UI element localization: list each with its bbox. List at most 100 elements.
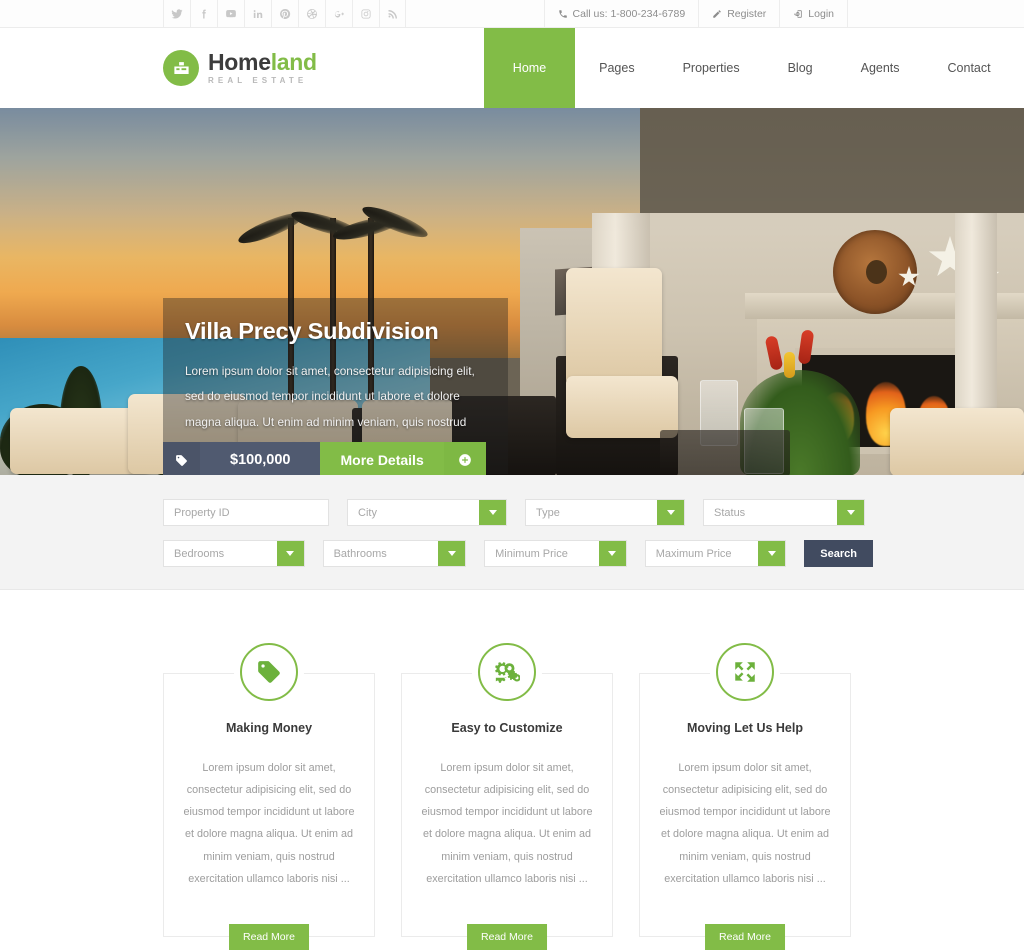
social-link-twitter[interactable] — [163, 0, 190, 27]
rss-icon — [388, 9, 397, 18]
maximum-price-label: Maximum Price — [655, 547, 732, 560]
phone-number: Call us: 1-800-234-6789 — [543, 0, 699, 27]
phone-icon — [558, 9, 567, 18]
bedrooms-select-label: Bedrooms — [174, 547, 225, 560]
instagram-icon — [361, 9, 371, 18]
youtube-icon — [226, 9, 236, 17]
feature-card: Moving Let Us Help Lorem ipsum dolor sit… — [639, 643, 851, 950]
plus-circle-icon — [458, 454, 471, 466]
read-more-button[interactable]: Read More — [229, 923, 309, 950]
property-search-bar: City Type Status Bedrooms Bathrooms — [0, 475, 1024, 590]
top-bar: Call us: 1-800-234-6789 Register Login — [0, 0, 1024, 28]
minimum-price-select[interactable]: Minimum Price — [484, 540, 627, 567]
search-button[interactable]: Search — [804, 540, 873, 567]
feature-card-text: Lorem ipsum dolor sit amet, consectetur … — [421, 762, 593, 885]
logo[interactable]: Homeland REAL ESTATE — [163, 28, 317, 108]
hero-price: $100,000 — [200, 442, 321, 475]
chevron-down-icon[interactable] — [598, 541, 626, 566]
social-link-rss[interactable] — [379, 0, 406, 27]
more-details-button[interactable]: More Details — [320, 442, 444, 475]
pencil-icon — [713, 9, 721, 18]
striped-mat — [660, 430, 790, 475]
hero-photo — [0, 108, 1024, 475]
read-more-button[interactable]: Read More — [467, 923, 547, 950]
feature-card-title: Making Money — [225, 721, 313, 735]
logo-tagline: REAL ESTATE — [208, 76, 308, 85]
register-label: Register — [727, 7, 767, 20]
logo-title-green: land — [270, 49, 317, 75]
nav-item-blog[interactable]: Blog — [764, 28, 837, 108]
social-link-dribbble[interactable] — [298, 0, 325, 27]
twitter-icon — [171, 8, 183, 19]
social-link-youtube[interactable] — [217, 0, 244, 27]
patio-cushion — [566, 376, 678, 438]
top-bar-right: Call us: 1-800-234-6789 Register Login — [543, 0, 848, 27]
logo-title-dark: Home — [208, 49, 271, 75]
yellow-flower — [784, 352, 795, 378]
feature-card-text: Lorem ipsum dolor sit amet, consectetur … — [183, 762, 355, 885]
search-row-2: Bedrooms Bathrooms Minimum Price Maximum… — [163, 540, 873, 567]
house-icon — [173, 61, 189, 74]
hero-slider: Villa Precy Subdivision Lorem ipsum dolo… — [0, 108, 1024, 475]
main-navigation: Home Pages Properties Blog Agents Contac… — [483, 28, 1015, 108]
chevron-down-icon[interactable] — [438, 541, 466, 566]
nav-item-agents[interactable]: Agents — [837, 28, 924, 108]
logo-mark — [163, 50, 199, 86]
more-details-plus-button[interactable] — [443, 442, 486, 475]
logo-text: Homeland REAL ESTATE — [208, 51, 317, 85]
dribbble-icon — [307, 8, 317, 19]
feature-icon-circle — [478, 643, 536, 701]
login-link[interactable]: Login — [779, 0, 848, 27]
bathrooms-select[interactable]: Bathrooms — [322, 540, 467, 567]
read-more-button[interactable]: Read More — [705, 923, 785, 950]
social-link-google-plus[interactable] — [325, 0, 352, 27]
nav-item-properties[interactable]: Properties — [659, 28, 764, 108]
cogs-icon — [495, 662, 520, 683]
feature-card-title: Easy to Customize — [451, 721, 563, 735]
type-select-label: Type — [536, 506, 560, 519]
wood-wheel-decor — [833, 230, 917, 314]
tag-icon — [258, 661, 280, 683]
social-link-instagram[interactable] — [352, 0, 379, 27]
social-links — [163, 0, 406, 27]
feature-card: Making Money Lorem ipsum dolor sit amet,… — [163, 643, 375, 950]
sign-in-icon — [794, 9, 803, 18]
tag-icon — [176, 454, 187, 466]
hero-title: Villa Precy Subdivision — [185, 318, 439, 344]
chevron-down-icon[interactable] — [479, 500, 506, 525]
status-select[interactable]: Status — [703, 499, 865, 526]
chevron-down-icon[interactable] — [276, 541, 304, 566]
social-link-pinterest[interactable] — [271, 0, 298, 27]
facebook-icon — [202, 9, 206, 18]
google-plus-icon — [334, 10, 344, 17]
chevron-down-icon[interactable] — [837, 500, 864, 525]
nav-item-contact[interactable]: Contact — [924, 28, 1015, 108]
search-row-1: City Type Status — [163, 499, 873, 526]
patio-sofa — [890, 408, 1024, 475]
pinterest-icon — [280, 8, 291, 19]
chevron-down-icon[interactable] — [657, 500, 684, 525]
feature-icon-circle — [716, 643, 774, 701]
logo-title: Homeland — [208, 51, 317, 74]
chevron-down-icon[interactable] — [758, 541, 786, 566]
city-select-label: City — [358, 506, 377, 519]
property-id-field[interactable] — [163, 499, 329, 526]
maximum-price-select[interactable]: Maximum Price — [644, 540, 787, 567]
phone-number-text: Call us: 1-800-234-6789 — [572, 7, 686, 20]
social-link-facebook[interactable] — [190, 0, 217, 27]
property-id-input[interactable] — [164, 500, 328, 525]
site-header: Homeland REAL ESTATE Home Pages Properti… — [0, 28, 1024, 108]
price-tag-icon-wrap — [163, 442, 200, 475]
social-link-linkedin[interactable] — [244, 0, 271, 27]
nav-item-home[interactable]: Home — [483, 28, 576, 108]
city-select[interactable]: City — [347, 499, 507, 526]
type-select[interactable]: Type — [525, 499, 685, 526]
feature-card-text: Lorem ipsum dolor sit amet, consectetur … — [659, 762, 831, 885]
nav-item-pages[interactable]: Pages — [575, 28, 658, 108]
register-link[interactable]: Register — [698, 0, 779, 27]
status-select-label: Status — [714, 506, 746, 519]
hero-price-bar: $100,000 More Details — [163, 442, 486, 475]
search-fields: City Type Status Bedrooms Bathrooms — [163, 499, 873, 567]
patio-pillow — [566, 268, 662, 386]
bedrooms-select[interactable]: Bedrooms — [163, 540, 305, 567]
